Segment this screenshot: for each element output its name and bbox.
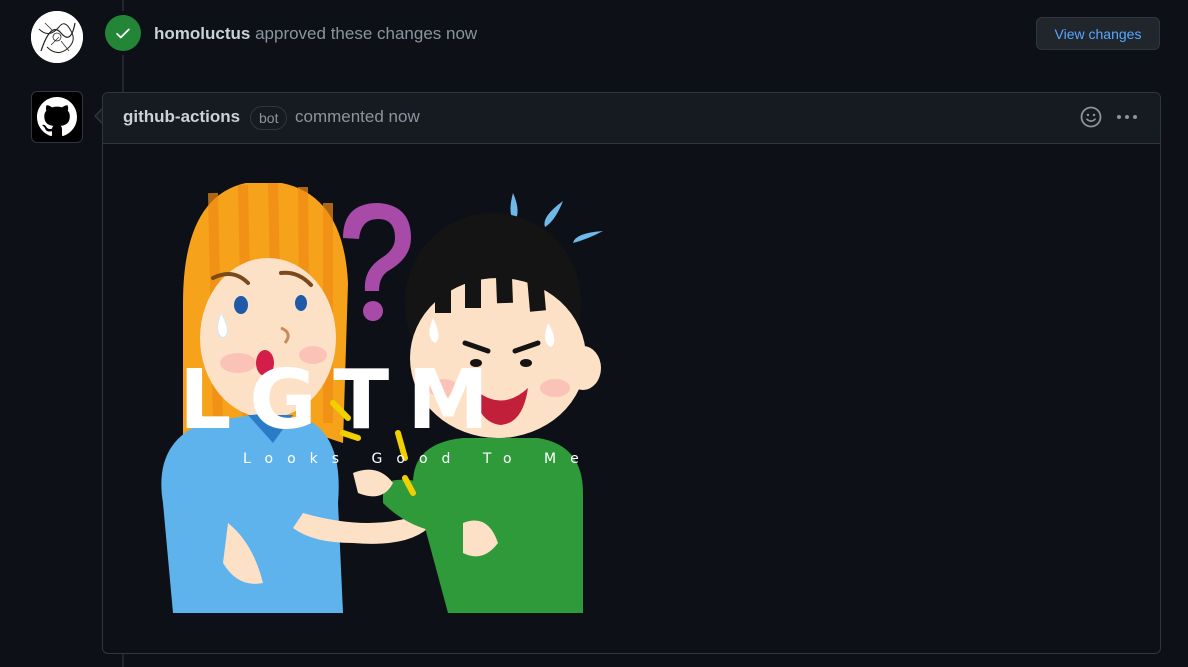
review-summary: homoluctus approved these changes now: [154, 24, 477, 44]
bot-badge: bot: [250, 106, 288, 130]
lgtm-title: LGTM: [179, 353, 507, 448]
review-action-text: approved these changes: [255, 24, 442, 43]
comment-card: github-actions bot commented now LGTM Lo…: [102, 92, 1161, 654]
user-avatar[interactable]: [31, 11, 83, 63]
lgtm-image: LGTM Looks Good To Me: [143, 181, 613, 613]
review-timestamp[interactable]: now: [446, 24, 477, 43]
bot-avatar[interactable]: [31, 91, 83, 143]
check-icon: [116, 28, 130, 39]
kebab-horizontal-icon[interactable]: [1115, 108, 1139, 126]
comment-header: github-actions bot commented now: [103, 93, 1160, 144]
review-author-link[interactable]: homoluctus: [154, 24, 250, 43]
avatar-sketch-icon: [31, 11, 83, 63]
smiley-icon[interactable]: [1080, 106, 1102, 128]
review-event: homoluctus approved these changes now Vi…: [0, 0, 1188, 70]
comment-timestamp[interactable]: commented now: [295, 107, 420, 127]
comment-author-link[interactable]: github-actions: [123, 107, 240, 127]
github-mark-icon: [37, 97, 77, 137]
lgtm-subtitle: Looks Good To Me: [243, 451, 593, 467]
approved-badge: [105, 15, 141, 51]
view-changes-button[interactable]: View changes: [1036, 17, 1160, 50]
